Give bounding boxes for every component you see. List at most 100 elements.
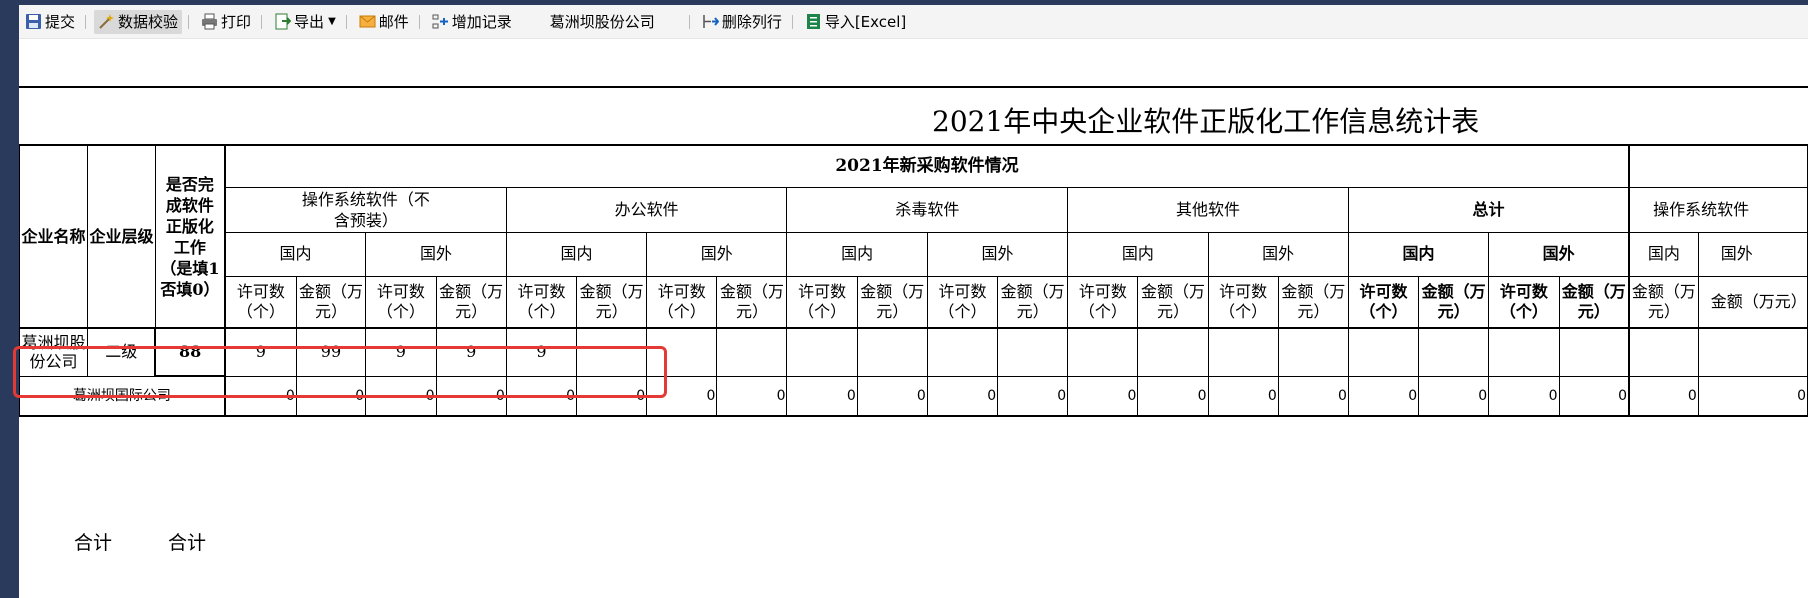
print-label: 打印 [221, 13, 252, 31]
header-company-level: 企业层级 [86, 144, 156, 329]
row-company-name[interactable]: 葛洲坝股份公司 [19, 327, 88, 377]
caret-down-icon[interactable]: ▼ [328, 16, 336, 27]
data-cell[interactable]: 0 [576, 375, 648, 417]
toolbar-separator [345, 14, 347, 29]
header-amount: 金额（万元） [1697, 275, 1808, 329]
data-cell[interactable]: 0 [1067, 375, 1139, 417]
data-cell[interactable]: 0 [997, 375, 1069, 417]
header-licenses: 许可数（个） [926, 275, 999, 329]
data-cell[interactable] [1067, 327, 1139, 377]
validate-button[interactable]: 数据校验 [94, 9, 183, 34]
header-amount: 金额（万元） [1277, 275, 1349, 329]
data-cell[interactable] [646, 327, 718, 377]
data-cell[interactable]: 0 [223, 375, 297, 417]
data-cell[interactable]: 0 [1137, 375, 1209, 417]
data-cell[interactable] [1558, 327, 1630, 377]
toolbar-separator [791, 14, 793, 29]
data-cell[interactable] [1137, 327, 1209, 377]
import-excel-button[interactable]: 导入[Excel] [801, 10, 910, 34]
data-cell[interactable] [786, 327, 858, 377]
row-completed-value[interactable]: 88 [154, 327, 226, 377]
data-cell[interactable]: 0 [1558, 375, 1630, 417]
data-cell[interactable]: 0 [505, 375, 578, 417]
header-office-foreign: 国外 [646, 231, 788, 277]
data-cell[interactable]: 0 [1488, 375, 1560, 417]
data-cell[interactable]: 0 [1697, 375, 1808, 417]
data-cell[interactable]: 0 [716, 375, 788, 417]
add-record-label: 增加记录 [451, 13, 512, 31]
data-cell[interactable] [1347, 327, 1420, 377]
data-cell[interactable]: 0 [1207, 375, 1279, 417]
left-frame-bar [0, 0, 19, 598]
total-label-b: 合计 [168, 532, 207, 554]
data-cell[interactable]: 99 [295, 327, 367, 377]
header-total: 总计 [1347, 186, 1630, 233]
data-cell[interactable] [1697, 327, 1808, 377]
print-button[interactable]: 打印 [197, 10, 255, 34]
data-cell[interactable]: 9 [223, 327, 297, 377]
header-amount: 金额（万元） [576, 275, 648, 329]
data-cell[interactable] [997, 327, 1069, 377]
data-cell[interactable]: 0 [365, 375, 437, 417]
data-cell[interactable]: 0 [1347, 375, 1420, 417]
header-total-domestic: 国内 [1347, 231, 1490, 277]
header-licenses: 许可数（个） [1207, 275, 1279, 329]
data-cell[interactable] [1277, 327, 1349, 377]
toolbar-separator [261, 14, 263, 29]
data-cell[interactable]: 0 [856, 375, 928, 417]
data-cell[interactable]: 0 [786, 375, 858, 417]
table-row: 葛洲坝股份公司 二级 88 9 99 9 9 9 [19, 327, 1808, 377]
toolbar-separator [688, 14, 690, 29]
header-licenses: 许可数（个） [505, 275, 578, 329]
header-amount: 金额（万元） [295, 275, 367, 329]
delete-row-button[interactable]: 删除列行 [698, 10, 786, 34]
data-cell[interactable] [1488, 327, 1560, 377]
delete-row-icon [702, 13, 720, 30]
header-other-domestic: 国内 [1067, 231, 1209, 277]
header-other-software: 其他软件 [1067, 186, 1349, 233]
statistics-table: 企业名称 企业层级 是否完成软件正版化工作（是填1否填0） 2021年新采购软件… [19, 144, 1808, 417]
check-wand-icon [98, 13, 115, 30]
row-company-level[interactable]: 二级 [86, 327, 156, 377]
save-disk-icon [25, 13, 42, 30]
header-amount: 金额（万元） [856, 275, 928, 329]
mail-button[interactable]: 邮件 [355, 10, 413, 34]
data-cell[interactable] [1418, 327, 1490, 377]
header-os-domestic: 国内 [223, 231, 367, 277]
data-cell[interactable]: 0 [295, 375, 367, 417]
data-cell[interactable]: 9 [435, 327, 507, 377]
add-record-button[interactable]: 增加记录 [428, 10, 516, 34]
data-cell[interactable] [716, 327, 788, 377]
delete-row-label: 删除列行 [721, 13, 782, 31]
data-cell[interactable]: 9 [365, 327, 437, 377]
data-cell[interactable]: 0 [926, 375, 999, 417]
data-cell[interactable]: 9 [505, 327, 578, 377]
data-cell[interactable]: 0 [435, 375, 507, 417]
header-licenses: 许可数（个） [786, 275, 858, 329]
data-cell[interactable] [1207, 327, 1279, 377]
header-amount: 金额（万元） [435, 275, 507, 329]
data-cell[interactable]: 0 [1418, 375, 1490, 417]
data-cell[interactable] [576, 327, 648, 377]
data-cell[interactable] [1628, 327, 1699, 377]
validate-label: 数据校验 [118, 13, 179, 31]
header-licenses: 许可数（个） [1067, 275, 1139, 329]
excel-icon [805, 13, 822, 30]
header-os-software-next: 操作系统软件 [1628, 186, 1808, 233]
data-cell[interactable] [856, 327, 928, 377]
header-amount: 金额（万元） [997, 275, 1069, 329]
data-cell[interactable]: 0 [1628, 375, 1699, 417]
data-cell[interactable]: 0 [646, 375, 718, 417]
company-selector[interactable]: 葛洲坝股份公司 [550, 11, 655, 32]
header-antivirus-foreign: 国外 [926, 231, 1069, 277]
data-cell[interactable]: 0 [1277, 375, 1349, 417]
add-row-icon [432, 13, 449, 30]
header-company-name: 企业名称 [19, 144, 88, 329]
header-licenses: 许可数（个） [223, 275, 297, 329]
header-other-foreign: 国外 [1207, 231, 1349, 277]
export-button[interactable]: 导出 ▼ [270, 10, 340, 34]
data-cell[interactable] [926, 327, 999, 377]
submit-button[interactable]: 提交 [21, 10, 79, 34]
row-company-name[interactable]: 葛洲坝国际公司 [19, 375, 226, 417]
toolbar: 提交 数据校验 打印 导出 ▼ 邮件 增加记录 葛洲坝股份公司 删除列行 导入[… [19, 5, 1808, 39]
